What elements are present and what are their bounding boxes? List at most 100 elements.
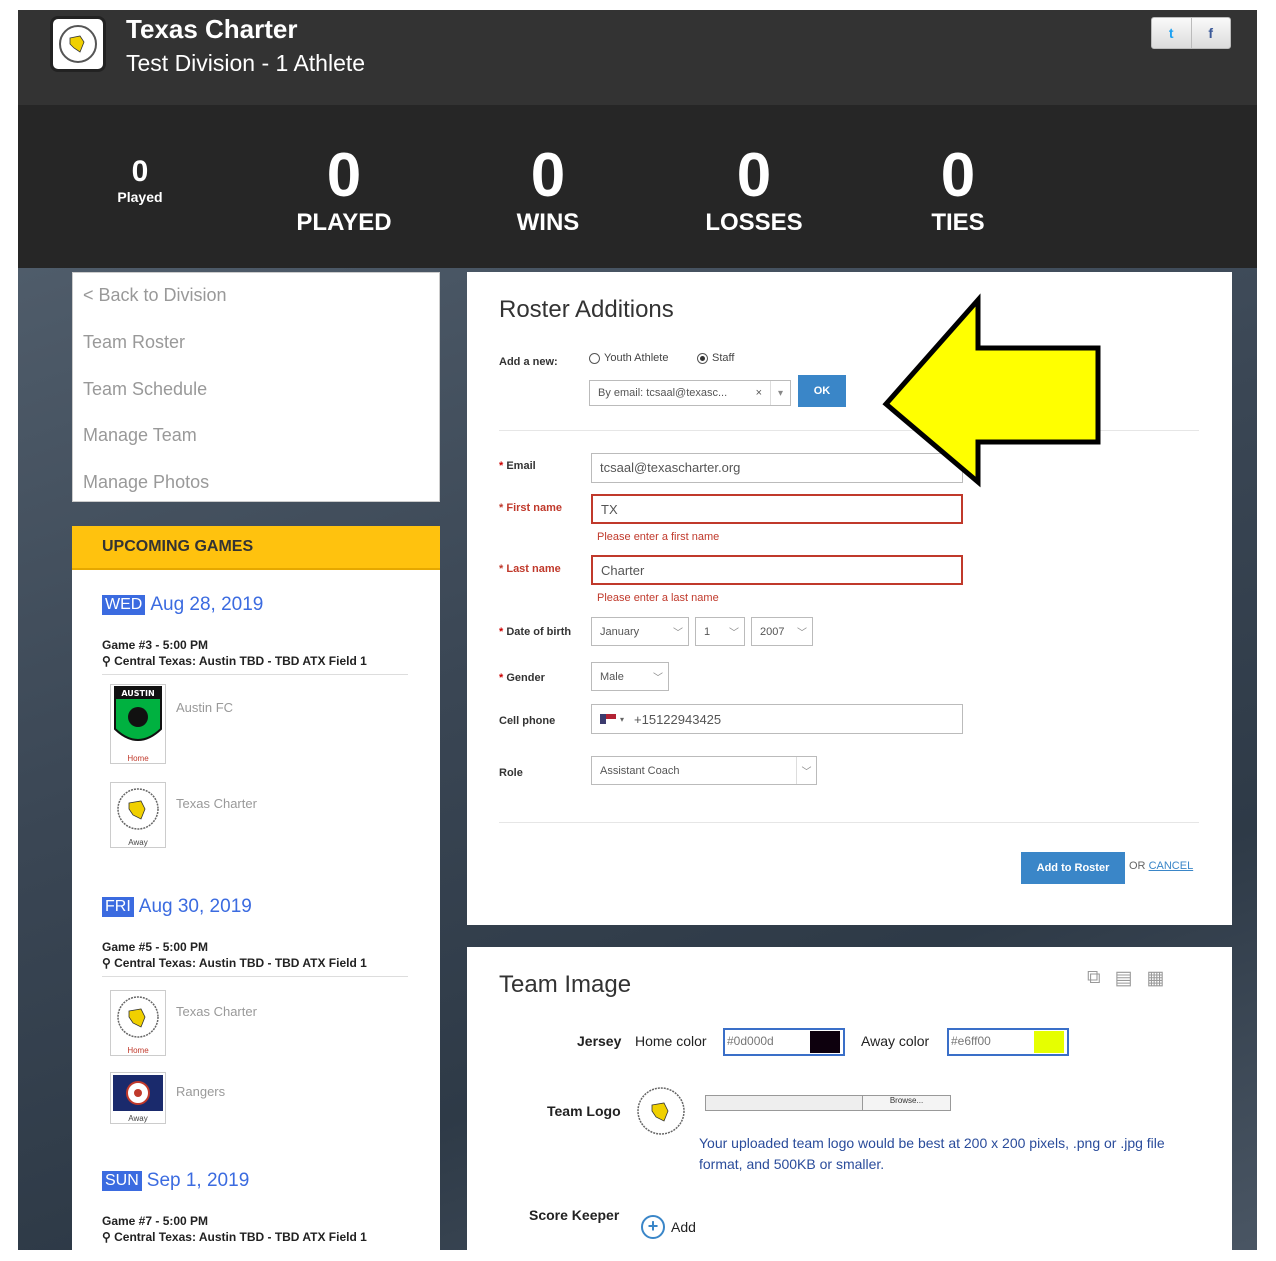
gender-select[interactable]: Male ﹀ bbox=[591, 662, 669, 691]
label-text: Gender bbox=[506, 672, 545, 684]
dob-month-select[interactable]: January ﹀ bbox=[591, 617, 689, 646]
game-date-text[interactable]: Aug 30, 2019 bbox=[139, 896, 252, 918]
chevron-down-icon[interactable]: ▾ bbox=[620, 715, 624, 724]
gender-label: * Gender bbox=[499, 672, 545, 684]
facebook-icon[interactable]: f bbox=[1192, 18, 1231, 48]
jersey-label: Jersey bbox=[577, 1033, 622, 1049]
game-title: Game #5 - 5:00 PM bbox=[102, 940, 209, 954]
chevron-down-icon[interactable]: ﹀ bbox=[648, 663, 668, 690]
stat-value: 0 bbox=[131, 155, 149, 188]
away-team-name[interactable]: Rangers bbox=[176, 1084, 225, 1099]
radio-youth-athlete[interactable]: Youth Athlete bbox=[589, 352, 668, 364]
home-color-swatch[interactable] bbox=[810, 1031, 840, 1053]
away-team-name[interactable]: Texas Charter bbox=[176, 796, 257, 811]
game-date: SUN Sep 1, 2019 bbox=[102, 1170, 249, 1192]
role-select[interactable]: Assistant Coach ﹀ bbox=[591, 756, 817, 785]
dob-label: * Date of birth bbox=[499, 626, 571, 638]
away-color-label: Away color bbox=[861, 1033, 930, 1049]
dob-day-select[interactable]: 1 ﹀ bbox=[695, 617, 745, 646]
browse-button[interactable]: Browse... bbox=[862, 1096, 950, 1110]
away-tag: Away bbox=[128, 838, 148, 847]
away-color-swatch[interactable] bbox=[1034, 1031, 1064, 1053]
game-location-text: Central Texas: Austin TBD - TBD ATX Fiel… bbox=[114, 654, 367, 668]
game-location: ⚲ Central Texas: Austin TBD - TBD ATX Fi… bbox=[102, 1230, 367, 1244]
cancel-link[interactable]: CANCEL bbox=[1149, 860, 1194, 872]
home-tag: Home bbox=[127, 1046, 149, 1055]
austin-fc-logo-icon[interactable]: AUSTIN Home bbox=[110, 684, 166, 764]
nav-team-roster[interactable]: Team Roster bbox=[83, 332, 185, 353]
copy-icon[interactable]: ⧉ bbox=[1087, 967, 1101, 990]
stat-played: 0 PLAYED bbox=[284, 143, 404, 237]
chevron-down-icon[interactable]: ▾ bbox=[770, 381, 790, 405]
logo-hint: Your uploaded team logo would be best at… bbox=[699, 1135, 1165, 1172]
or-cancel: OR CANCEL bbox=[1129, 860, 1193, 872]
game-date: FRI Aug 30, 2019 bbox=[102, 896, 252, 918]
last-name-error: Please enter a last name bbox=[597, 592, 719, 604]
radio-dot[interactable] bbox=[589, 352, 600, 364]
sidebar-nav: < Back to Division Team Roster Team Sche… bbox=[72, 272, 440, 502]
cell-phone-field[interactable]: ▾ +15122943425 bbox=[591, 704, 963, 734]
annotation-arrow-icon bbox=[882, 293, 1101, 488]
stat-played-small: 0 Played bbox=[110, 155, 170, 205]
team-logo-label: Team Logo bbox=[547, 1103, 621, 1119]
nav-manage-photos[interactable]: Manage Photos bbox=[83, 472, 209, 493]
team-image-panel: Team Image ⧉ ▤ ▦ Jersey Home color #0d00… bbox=[467, 947, 1232, 1250]
radio-dot[interactable] bbox=[697, 352, 708, 364]
chevron-down-icon[interactable]: ﹀ bbox=[668, 618, 688, 645]
chevron-down-icon[interactable]: ﹀ bbox=[792, 618, 812, 645]
first-name-label: * First name bbox=[499, 502, 562, 514]
view-icons: ⧉ ▤ ▦ bbox=[1087, 967, 1164, 990]
first-name-field[interactable]: TX bbox=[591, 494, 963, 524]
logo-file-input[interactable]: Browse... bbox=[705, 1095, 951, 1111]
email-label: * Email bbox=[499, 460, 536, 472]
game-date-text[interactable]: Aug 28, 2019 bbox=[150, 594, 263, 616]
add-circle-icon[interactable]: + bbox=[641, 1215, 665, 1239]
add-score-keeper-link[interactable]: Add bbox=[671, 1219, 696, 1235]
rangers-logo-icon[interactable]: Away bbox=[110, 1072, 166, 1124]
home-team-name[interactable]: Austin FC bbox=[176, 700, 233, 715]
lookup-select[interactable]: By email: tcsaal@texasc... × ▾ bbox=[589, 380, 791, 406]
austin-badge-text: AUSTIN bbox=[121, 689, 154, 698]
stat-ties: 0 TIES bbox=[898, 143, 1018, 237]
home-tag: Home bbox=[127, 754, 149, 763]
chevron-down-icon[interactable]: ﹀ bbox=[796, 757, 816, 784]
social-buttons: t f bbox=[1151, 17, 1231, 49]
texas-charter-logo-icon[interactable]: Home bbox=[110, 990, 166, 1056]
stat-label: TIES bbox=[931, 209, 985, 236]
game-title: Game #7 - 5:00 PM bbox=[102, 1214, 209, 1228]
last-name-field[interactable]: Charter bbox=[591, 555, 963, 585]
stat-value: 0 bbox=[530, 141, 566, 210]
day-badge: FRI bbox=[102, 897, 134, 917]
nav-team-schedule[interactable]: Team Schedule bbox=[83, 379, 207, 400]
add-new-label: Add a new: bbox=[499, 356, 558, 368]
roster-additions-panel: Roster Additions Add a new: Youth Athlet… bbox=[467, 272, 1232, 925]
home-team-name[interactable]: Texas Charter bbox=[176, 1004, 257, 1019]
us-flag-icon[interactable] bbox=[600, 714, 616, 724]
chevron-down-icon[interactable]: ﹀ bbox=[724, 618, 744, 645]
upcoming-games-header: UPCOMING GAMES bbox=[72, 526, 440, 570]
location-pin-icon: ⚲ bbox=[102, 956, 115, 970]
label-text: Last name bbox=[506, 563, 561, 575]
score-keeper-label: Score Keeper bbox=[529, 1207, 620, 1223]
select-value: 1 bbox=[704, 625, 711, 638]
dob-year-select[interactable]: 2007 ﹀ bbox=[751, 617, 813, 646]
calendar-icon[interactable]: ▦ bbox=[1147, 967, 1165, 990]
or-text: OR bbox=[1129, 860, 1146, 872]
nav-manage-team[interactable]: Manage Team bbox=[83, 425, 197, 446]
stat-wins: 0 WINS bbox=[488, 143, 608, 237]
twitter-icon[interactable]: t bbox=[1152, 18, 1192, 48]
game-date-text[interactable]: Sep 1, 2019 bbox=[147, 1170, 249, 1192]
add-to-roster-button[interactable]: Add to Roster bbox=[1021, 852, 1125, 884]
label-text: Email bbox=[506, 460, 536, 472]
radio-staff[interactable]: Staff bbox=[697, 352, 734, 364]
label-text: Date of birth bbox=[506, 626, 572, 638]
card-icon[interactable]: ▤ bbox=[1115, 967, 1133, 990]
stat-label: WINS bbox=[516, 209, 580, 236]
home-color-label: Home color bbox=[635, 1033, 707, 1049]
lookup-value: By email: tcsaal@texasc... bbox=[598, 387, 728, 399]
texas-charter-logo-icon[interactable]: Away bbox=[110, 782, 166, 848]
nav-back-to-division[interactable]: < Back to Division bbox=[83, 285, 227, 306]
clear-icon[interactable]: × bbox=[756, 387, 762, 399]
ok-button[interactable]: OK bbox=[798, 375, 846, 407]
label-text: First name bbox=[506, 502, 562, 514]
